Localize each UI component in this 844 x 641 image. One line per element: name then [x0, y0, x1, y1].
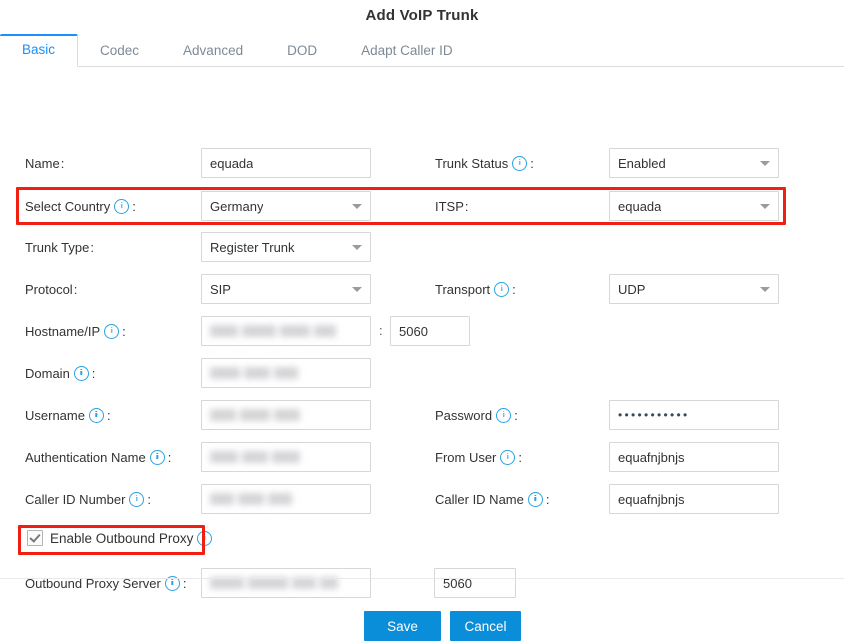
label-text-password: Password	[435, 407, 493, 423]
label-text-from-user: From User	[435, 449, 497, 465]
outbound-proxy-server-input[interactable]	[201, 568, 371, 598]
info-icon-select-country[interactable]	[114, 198, 130, 214]
info-icon-transport[interactable]	[494, 281, 510, 297]
protocol-value: SIP	[210, 281, 231, 297]
field-label-itsp: ITSP:	[435, 198, 469, 214]
info-icon-hostname-ip[interactable]	[104, 323, 120, 339]
enable-outbound-proxy-checkbox[interactable]	[27, 530, 43, 546]
chevron-down-icon	[760, 204, 770, 209]
hostname-ip-redacted-value	[210, 324, 362, 338]
field-label-authentication-name: Authentication Name:	[25, 449, 172, 465]
info-icon-trunk-status[interactable]	[512, 155, 528, 171]
password-input[interactable]: •••••••••••	[609, 400, 779, 430]
transport-select[interactable]: UDP	[609, 274, 779, 304]
trunk-type-value: Register Trunk	[210, 239, 295, 255]
cancel-button[interactable]: Cancel	[450, 611, 521, 641]
chevron-down-icon	[352, 287, 362, 292]
label-text-caller-id-name: Caller ID Name	[435, 491, 524, 507]
username-input[interactable]	[201, 400, 371, 430]
label-text-hostname-ip: Hostname/IP	[25, 323, 101, 339]
info-icon-domain[interactable]	[73, 365, 89, 381]
label-text-username: Username	[25, 407, 85, 423]
info-icon-username[interactable]	[88, 407, 104, 423]
password-value: •••••••••••	[618, 409, 690, 421]
caller-id-number-input[interactable]	[201, 484, 371, 514]
info-icon-caller-id-number[interactable]	[129, 491, 145, 507]
caller-id-number-redacted-value	[210, 492, 362, 506]
outbound-proxy-port-input[interactable]: 5060	[434, 568, 516, 598]
caller-id-name-value: equafnjbnjs	[618, 491, 685, 507]
field-label-protocol: Protocol:	[25, 281, 78, 297]
authentication-name-redacted-value	[210, 450, 362, 464]
from-user-input[interactable]: equafnjbnjs	[609, 442, 779, 472]
info-icon-password[interactable]	[496, 407, 512, 423]
itsp-value: equada	[618, 198, 662, 214]
label-text-trunk-type: Trunk Type	[25, 239, 90, 255]
info-icon-authentication-name[interactable]	[149, 449, 165, 465]
domain-redacted-value	[210, 366, 362, 380]
name-input-value: equada	[210, 155, 254, 171]
tab-codec[interactable]: Codec	[78, 43, 161, 67]
enable-outbound-proxy-checkbox-row[interactable]: Enable Outbound Proxy	[27, 530, 214, 546]
field-label-hostname-ip: Hostname/IP:	[25, 323, 126, 339]
field-label-from-user: From User:	[435, 449, 523, 465]
label-text-caller-id-number: Caller ID Number	[25, 491, 126, 507]
name-input[interactable]: equada	[201, 148, 371, 178]
label-text-trunk-status: Trunk Status	[435, 155, 509, 171]
field-label-trunk-status: Trunk Status:	[435, 155, 534, 171]
protocol-select[interactable]: SIP	[201, 274, 371, 304]
authentication-name-input[interactable]	[201, 442, 371, 472]
tab-bar: Basic Codec Advanced DOD Adapt Caller ID	[0, 34, 844, 67]
chevron-down-icon	[352, 245, 362, 250]
label-text-name: Name	[25, 155, 60, 171]
label-text-select-country: Select Country	[25, 198, 111, 214]
trunk-status-select[interactable]: Enabled	[609, 148, 779, 178]
select-country-value: Germany	[210, 198, 264, 214]
footer-divider	[0, 578, 844, 579]
domain-input[interactable]	[201, 358, 371, 388]
field-label-caller-id-number: Caller ID Number:	[25, 491, 152, 507]
label-text-itsp: ITSP	[435, 198, 464, 214]
tab-advanced[interactable]: Advanced	[161, 43, 265, 67]
chevron-down-icon	[352, 204, 362, 209]
chevron-down-icon	[760, 287, 770, 292]
trunk-status-value: Enabled	[618, 155, 666, 171]
field-label-password: Password:	[435, 407, 518, 423]
select-country-select[interactable]: Germany	[201, 191, 371, 221]
label-text-authentication-name: Authentication Name	[25, 449, 146, 465]
info-icon-from-user[interactable]	[500, 449, 516, 465]
page-title: Add VoIP Trunk	[365, 7, 479, 24]
itsp-select[interactable]: equada	[609, 191, 779, 221]
tab-basic[interactable]: Basic	[0, 34, 79, 67]
field-label-outbound-proxy-server: Outbound Proxy Server:	[25, 575, 187, 591]
from-user-value: equafnjbnjs	[618, 449, 685, 465]
hostname-ip-input[interactable]	[201, 316, 371, 346]
chevron-down-icon	[760, 161, 770, 166]
save-button[interactable]: Save	[364, 611, 441, 641]
label-text-enable-outbound-proxy: Enable Outbound Proxy	[50, 530, 194, 546]
field-label-domain: Domain:	[25, 365, 96, 381]
label-text-domain: Domain	[25, 365, 70, 381]
label-text-transport: Transport	[435, 281, 491, 297]
port-separator: :	[379, 323, 383, 338]
field-label-transport: Transport:	[435, 281, 516, 297]
caller-id-name-input[interactable]: equafnjbnjs	[609, 484, 779, 514]
tab-dod[interactable]: DOD	[265, 43, 339, 67]
trunk-type-select[interactable]: Register Trunk	[201, 232, 371, 262]
field-label-select-country: Select Country:	[25, 198, 136, 214]
hostname-port-value: 5060	[399, 323, 428, 339]
field-label-name: Name:	[25, 155, 65, 171]
info-icon-enable-outbound-proxy[interactable]	[197, 530, 213, 546]
field-label-trunk-type: Trunk Type:	[25, 239, 94, 255]
tab-adapt-caller-id[interactable]: Adapt Caller ID	[339, 43, 475, 67]
voip-trunk-form: Name: equada Trunk Status: Enabled Selec…	[0, 67, 844, 641]
field-label-caller-id-name: Caller ID Name:	[435, 491, 550, 507]
info-icon-caller-id-name[interactable]	[527, 491, 543, 507]
username-redacted-value	[210, 408, 362, 422]
transport-value: UDP	[618, 281, 646, 297]
hostname-port-input[interactable]: 5060	[390, 316, 470, 346]
field-label-username: Username:	[25, 407, 111, 423]
label-text-protocol: Protocol	[25, 281, 73, 297]
